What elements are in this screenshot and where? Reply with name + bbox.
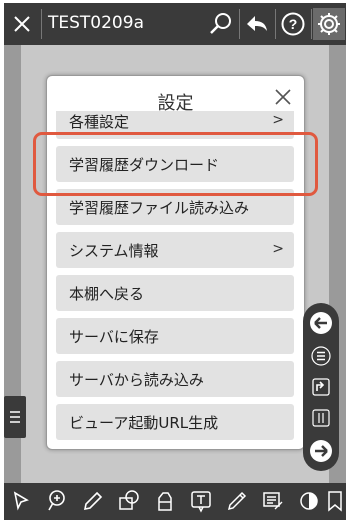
arrow-left-icon (310, 312, 332, 334)
back-button[interactable] (241, 8, 273, 40)
close-icon (14, 16, 30, 32)
jump-page-icon (312, 378, 330, 396)
list-icon (311, 346, 331, 366)
color-palette-icon (300, 492, 318, 510)
menu-item-label: システム情報 (69, 241, 159, 260)
search-icon (210, 13, 231, 34)
close-icon (275, 89, 291, 105)
menu-item-system-info[interactable]: システム情報 > (56, 232, 294, 268)
top-toolbar: TEST0209a ? (4, 3, 346, 45)
shape-tool-button[interactable] (112, 485, 146, 517)
separator (41, 9, 42, 39)
menu-item-save-to-server[interactable]: サーバに保存 (56, 318, 294, 354)
bookmark-icon (328, 491, 342, 512)
eraser-tool-button[interactable] (220, 485, 254, 517)
svg-text:?: ? (289, 16, 298, 32)
list-view-button[interactable] (308, 343, 334, 369)
zoom-in-button[interactable] (40, 485, 74, 517)
highlight-box (33, 132, 318, 196)
marker-tool-button[interactable] (148, 485, 182, 517)
pen-tool-button[interactable] (76, 485, 110, 517)
text-tool-button[interactable] (184, 485, 218, 517)
marker-icon (158, 492, 172, 511)
menu-item-back-to-bookshelf[interactable]: 本棚へ戻る (56, 275, 294, 311)
page-layout-icon (312, 409, 330, 427)
board-tool-button[interactable] (256, 485, 290, 517)
menu-item-label: 学習履歴ファイル読み込み (69, 198, 250, 217)
pen-icon (83, 491, 103, 511)
menu-item-label: 本棚へ戻る (69, 284, 145, 303)
jump-button[interactable] (308, 374, 334, 400)
chevron-right-icon: > (272, 241, 284, 257)
side-menu-handle[interactable] (4, 396, 26, 438)
separator (311, 9, 312, 39)
page-nav-toolbar (303, 303, 339, 471)
bookmark-button[interactable] (318, 485, 350, 517)
close-button[interactable] (4, 3, 40, 45)
menu-item-generate-viewer-url[interactable]: ビューア起動URL生成 (56, 404, 294, 440)
page-layout-button[interactable] (308, 405, 334, 431)
document-title: TEST0209a (48, 13, 144, 33)
menu-item-label: サーバから読み込み (69, 370, 204, 389)
select-tool-button[interactable] (4, 485, 38, 517)
menu-item-load-from-server[interactable]: サーバから読み込み (56, 361, 294, 397)
back-arrow-icon (247, 16, 267, 31)
shapes-icon (119, 490, 139, 510)
menu-item-label: 各種設定 (69, 112, 130, 131)
pencil-icon (227, 491, 247, 511)
app-root: TEST0209a ? 設定 各種設定 > 学習履歴ダウンロード 学習履歴ファイ… (0, 0, 350, 523)
dialog-close-button[interactable] (272, 86, 294, 108)
chevron-right-icon: > (272, 112, 284, 128)
previous-page-button[interactable] (308, 310, 334, 336)
zoom-in-icon (48, 490, 65, 511)
next-page-button[interactable] (308, 438, 334, 464)
separator (275, 9, 276, 39)
text-box-icon (191, 491, 211, 513)
search-button[interactable] (205, 8, 237, 40)
help-icon: ? (281, 12, 305, 36)
settings-gear-icon (318, 13, 340, 35)
pointer-icon (13, 491, 29, 511)
bottom-toolbar (4, 483, 346, 520)
menu-item-label: ビューア起動URL生成 (69, 413, 219, 432)
menu-lines-icon (10, 411, 20, 423)
settings-button[interactable] (313, 8, 345, 40)
whiteboard-icon (263, 492, 283, 510)
separator (239, 9, 240, 39)
help-button[interactable]: ? (277, 8, 309, 40)
arrow-right-icon (310, 440, 332, 462)
menu-item-label: サーバに保存 (69, 327, 159, 346)
